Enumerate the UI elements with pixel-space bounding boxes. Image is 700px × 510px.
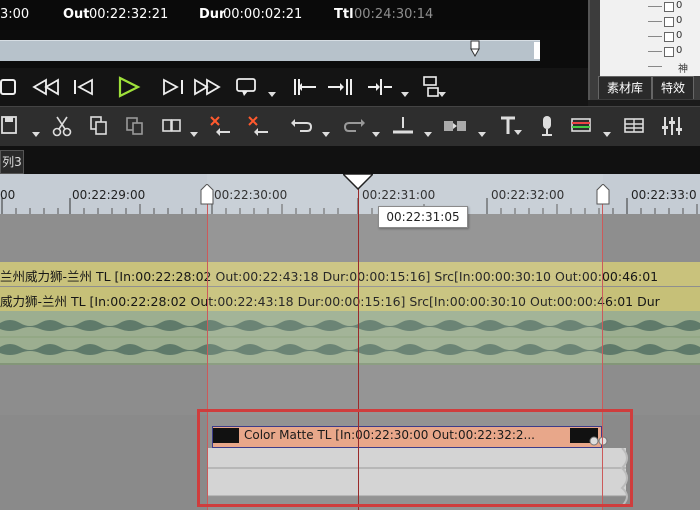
chevron-down-icon[interactable] [322,132,330,137]
undo-icon[interactable] [290,114,316,138]
step-back-icon[interactable] [70,74,100,100]
chevron-down-icon[interactable] [424,132,432,137]
delete-icon[interactable] [208,114,234,138]
seek-end-marker[interactable] [534,42,540,59]
chevron-down-icon[interactable] [603,132,611,137]
tree-row[interactable]: 0 [608,30,698,44]
render-icon[interactable] [570,114,596,138]
tab-effects[interactable]: 特效 [652,76,694,99]
seek-bar[interactable] [0,40,540,61]
tc-in-value: 3:00 [0,7,30,22]
fast-forward-icon[interactable] [193,74,223,100]
playhead-timecode-tooltip: 00:22:31:05 [378,206,468,228]
level-icon[interactable] [390,114,416,138]
tab-library[interactable]: 素材库 [598,76,652,99]
split-icon[interactable] [366,74,396,100]
tc-out-value: 00:22:32:21 [89,7,169,22]
checkbox-icon[interactable] [664,17,674,27]
chevron-down-icon[interactable] [268,92,276,97]
chevron-down-icon[interactable] [478,132,486,137]
chevron-down-icon[interactable] [401,92,409,97]
playhead-icon[interactable] [343,174,373,190]
tab-sequence[interactable]: 列3 [0,150,24,174]
tc-dur-label: Dur [199,7,226,22]
mark-out-icon[interactable] [326,74,356,100]
tc-out-label: Out [63,7,90,22]
rewind-icon[interactable] [30,74,60,100]
tree-row[interactable]: 神 [608,60,698,75]
cut-icon[interactable] [50,114,76,138]
loop-icon[interactable] [234,74,264,100]
checkbox-icon[interactable] [664,2,674,12]
tc-ttl-label: Ttl [334,7,354,22]
checkbox-icon[interactable] [664,32,674,42]
chevron-down-icon[interactable] [190,132,198,137]
overwrite-icon[interactable] [160,114,186,138]
tree-row[interactable]: 0 [608,0,698,14]
highlight-box [197,409,633,507]
checkbox-icon[interactable] [664,47,674,57]
save-icon[interactable] [0,114,26,138]
paste-icon[interactable] [124,114,150,138]
chevron-down-icon[interactable] [32,132,40,137]
library-tree[interactable]: 0 0 0 0 神 [600,0,700,76]
tree-row[interactable]: 0 [608,15,698,29]
step-forward-icon[interactable] [158,74,188,100]
ruler-tick-label: 00:22:29:00 [72,188,146,202]
transition-icon[interactable] [442,114,468,138]
copy-icon[interactable] [88,114,114,138]
stop-icon[interactable] [0,74,30,100]
tree-row[interactable]: 0 [608,45,698,59]
redo-icon[interactable] [340,114,366,138]
sequence-tab-bar [0,146,700,174]
tc-dur-value: 00:00:02:21 [223,7,303,22]
mark-in-icon[interactable] [290,74,320,100]
ruler-tick-label: 00 [0,188,16,202]
out-point-marker-icon[interactable] [596,184,610,206]
chevron-down-icon[interactable] [438,92,446,97]
seek-handle-icon[interactable] [470,40,480,58]
chevron-down-icon[interactable] [372,132,380,137]
grid-icon[interactable] [622,114,648,138]
title-icon[interactable] [498,114,524,138]
ripple-delete-icon[interactable] [246,114,272,138]
tc-ttl-value: 00:24:30:14 [354,7,434,22]
ruler-tick-label: 00:22:33:0 [631,188,697,202]
mixer-icon[interactable] [660,114,686,138]
timecode-bar: 3:00 Out 00:22:32:21 Dur 00:00:02:21 Ttl… [0,0,588,30]
in-point-marker-icon[interactable] [200,184,214,206]
mic-icon[interactable] [534,114,560,138]
play-icon[interactable] [114,74,144,100]
